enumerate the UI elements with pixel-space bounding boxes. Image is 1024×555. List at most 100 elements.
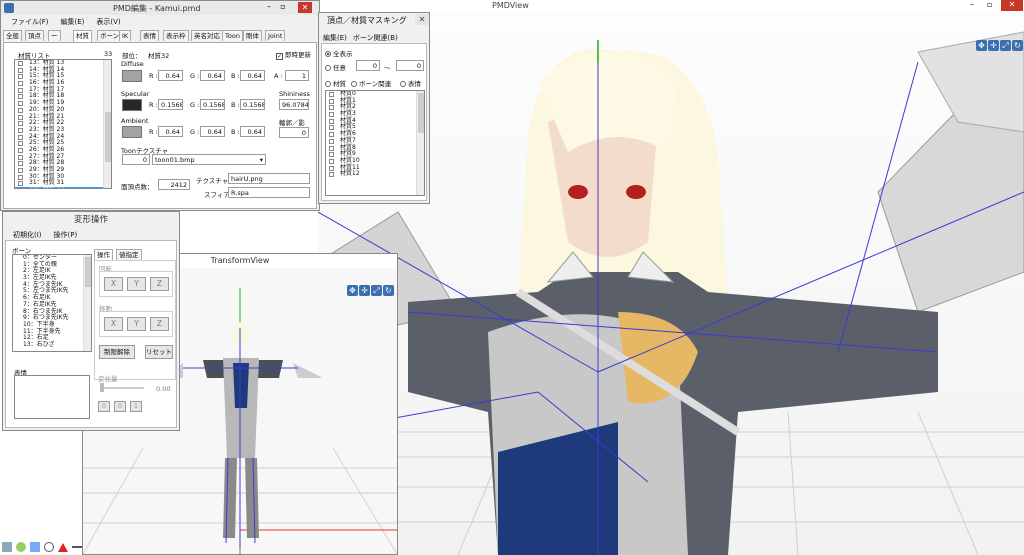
sphere-field[interactable]: R.spa	[228, 187, 310, 198]
cube-icon[interactable]	[2, 542, 12, 552]
checkbox[interactable]	[329, 112, 334, 118]
minimize-button[interactable]: –	[970, 0, 984, 9]
list-item[interactable]: 材質12	[326, 170, 424, 178]
change-slider[interactable]	[100, 387, 144, 389]
tab-vertex[interactable]: 頂点	[25, 30, 44, 41]
checkbox[interactable]	[18, 161, 23, 167]
move-y-button[interactable]: Y	[127, 317, 146, 331]
tab-rigidbody[interactable]: 剛体	[243, 30, 262, 41]
scrollbar[interactable]	[416, 91, 424, 195]
checkbox[interactable]	[18, 147, 23, 153]
zoom-icon[interactable]: ⤢	[371, 285, 382, 296]
rotate-icon[interactable]: ↻	[383, 285, 394, 296]
checkbox[interactable]	[18, 81, 23, 87]
show-all-radio[interactable]: 全表示	[325, 48, 353, 58]
checkbox[interactable]	[329, 125, 334, 131]
checkbox[interactable]	[329, 138, 334, 144]
ambient-swatch[interactable]	[122, 126, 142, 138]
light-icon[interactable]	[16, 542, 26, 552]
menu-file[interactable]: ファイル(F)	[11, 17, 49, 27]
specular-r-field[interactable]: 0.1568(	[158, 99, 183, 110]
tab-value-specify[interactable]: 値指定	[116, 249, 142, 260]
checkbox[interactable]	[329, 118, 334, 124]
checkbox[interactable]	[329, 92, 334, 97]
tab-morph[interactable]: 表情	[140, 30, 159, 41]
checkbox[interactable]	[18, 107, 23, 113]
tab-english[interactable]: 英名対応	[191, 30, 223, 41]
tab-material[interactable]: 材質	[73, 30, 92, 42]
checkbox[interactable]	[329, 158, 334, 164]
range-from-field[interactable]: 0	[356, 60, 380, 71]
checkbox[interactable]	[18, 181, 23, 187]
menu-initialize[interactable]: 初期化(I)	[13, 230, 42, 240]
diffuse-a-field[interactable]: 1	[285, 70, 309, 81]
close-button[interactable]: ✕	[1001, 0, 1023, 11]
list-item[interactable]: 32：材質 32	[15, 186, 111, 189]
masking-material-list[interactable]: 材質0 材質1 材質2 材質3 材質4 材質5 材質6 材質7 材質8 材質9 材質10 材質11 材質…	[325, 90, 425, 196]
toon-select[interactable]: toon01.bmp ▾	[152, 154, 266, 165]
reset-button[interactable]: リセット	[145, 345, 173, 359]
diffuse-swatch[interactable]	[122, 70, 142, 82]
bone-list[interactable]: 0：センター 1：全ての親 2：左足IK 3：左足IK先 4：左つま先IK 5：左つま先I…	[12, 254, 92, 352]
checkbox[interactable]	[18, 101, 23, 107]
minimize-button[interactable]: –	[263, 2, 275, 13]
diffuse-b-field[interactable]: 0.64	[240, 70, 265, 81]
translate-icon[interactable]: ✛	[988, 40, 999, 51]
maximize-button[interactable]: ▫	[987, 0, 1001, 9]
material-list[interactable]: 13：材質 13 14：材質 14 15：材質 15 16：材質 16 17：材質 17…	[14, 59, 112, 189]
select-icon[interactable]	[30, 542, 40, 552]
scrollbar[interactable]	[83, 255, 91, 351]
ambient-r-field[interactable]: 0.64	[158, 126, 183, 137]
checkbox[interactable]	[329, 132, 334, 138]
arbitrary-radio[interactable]: 任意	[325, 62, 346, 72]
close-button[interactable]: ✕	[298, 2, 312, 13]
mini-button-3[interactable]: 1	[130, 401, 142, 412]
checkbox[interactable]	[329, 152, 334, 158]
checkbox[interactable]	[18, 168, 23, 173]
maximize-button[interactable]: ▫	[277, 2, 289, 13]
ambient-g-field[interactable]: 0.64	[200, 126, 225, 137]
tab-edit[interactable]: 編集(E)	[323, 33, 347, 43]
checkbox[interactable]	[18, 134, 23, 140]
checkbox[interactable]	[18, 141, 23, 147]
move-x-button[interactable]: X	[104, 317, 123, 331]
ambient-b-field[interactable]: 0.64	[240, 126, 265, 137]
move-icon[interactable]: ✥	[347, 285, 358, 296]
diffuse-g-field[interactable]: 0.64	[200, 70, 225, 81]
checkbox[interactable]	[18, 188, 23, 189]
checkbox[interactable]	[329, 145, 334, 151]
tab-bone-related[interactable]: ボーン関連(B)	[353, 33, 398, 43]
tab-ik[interactable]: IK	[119, 30, 132, 41]
rotate-x-button[interactable]: X	[104, 277, 123, 291]
move-icon[interactable]: ✥	[976, 40, 987, 51]
instant-update-checkbox[interactable]: ✓ 即時更新	[276, 49, 311, 60]
zoom-icon[interactable]: ⤢	[1000, 40, 1011, 51]
rotate-y-button[interactable]: Y	[127, 277, 146, 291]
specular-g-field[interactable]: 0.1568(	[200, 99, 225, 110]
tab-display-frame[interactable]: 表示枠	[163, 30, 189, 41]
menu-edit[interactable]: 編集(E)	[61, 17, 85, 27]
checkbox[interactable]	[329, 105, 334, 111]
close-button[interactable]: ✕	[415, 14, 429, 25]
checkbox[interactable]	[329, 98, 334, 104]
diffuse-r-field[interactable]: 0.64	[158, 70, 183, 81]
scrollbar[interactable]	[103, 60, 111, 188]
target-icon[interactable]	[44, 542, 54, 552]
texture-field[interactable]: hairU.png	[228, 173, 310, 184]
shininess-field[interactable]: 96.07843	[279, 99, 309, 110]
checkbox[interactable]	[329, 172, 334, 178]
checkbox[interactable]	[18, 114, 23, 120]
rotate-icon[interactable]: ↻	[1012, 40, 1023, 51]
specular-swatch[interactable]	[122, 99, 142, 111]
checkbox[interactable]	[18, 67, 23, 73]
range-to-field[interactable]: 0	[396, 60, 424, 71]
move-z-button[interactable]: Z	[150, 317, 169, 331]
morph-list[interactable]	[14, 375, 90, 419]
list-item[interactable]: 13：右ひざ	[13, 341, 91, 349]
tab-general[interactable]: 全般	[3, 30, 22, 41]
checkbox[interactable]	[18, 121, 23, 127]
specular-b-field[interactable]: 0.1568(	[240, 99, 265, 110]
checkbox[interactable]	[18, 174, 23, 180]
checkbox[interactable]	[18, 94, 23, 100]
checkbox[interactable]	[329, 165, 334, 171]
